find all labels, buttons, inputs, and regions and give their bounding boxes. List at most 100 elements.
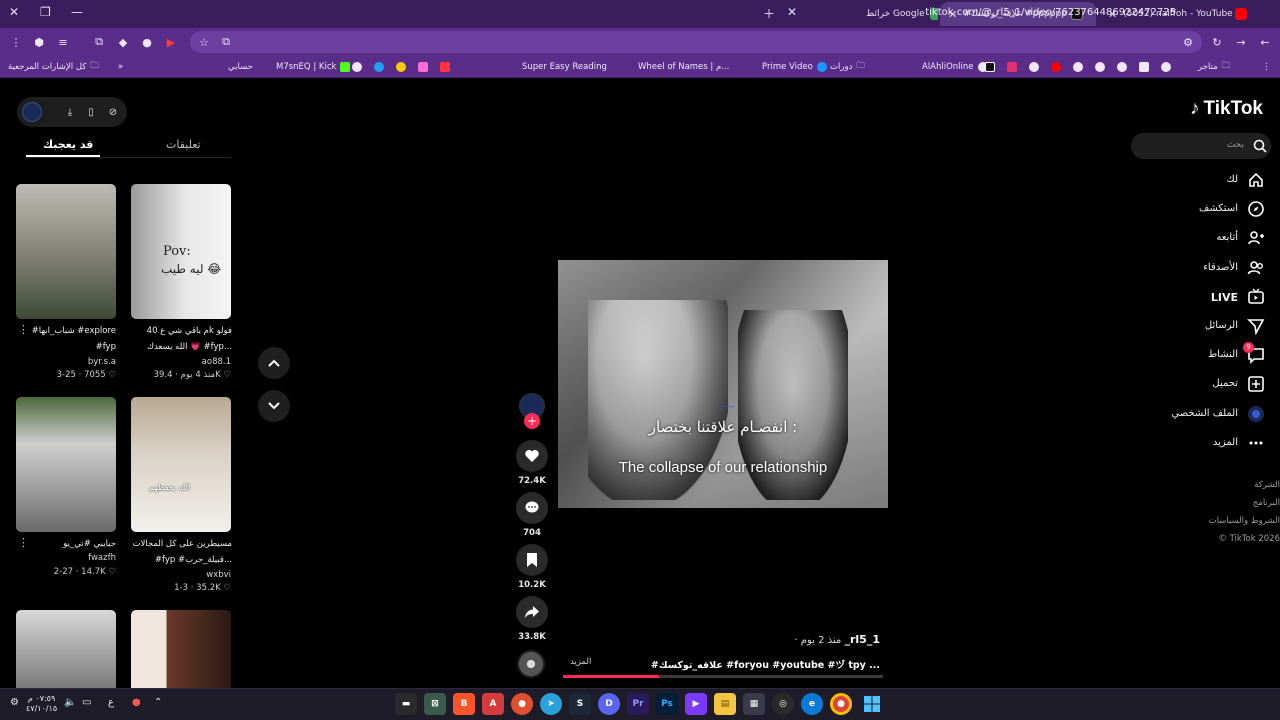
bookmarks-folder-all[interactable]: كل الإشارات المرجعية 🗀 (8, 60, 99, 74)
video-thumbnail[interactable] (131, 610, 231, 688)
keyboard-language[interactable]: ع (108, 697, 114, 708)
music-disc-icon[interactable] (517, 650, 545, 678)
follow-plus-icon[interactable]: + (524, 413, 540, 429)
app-icon[interactable]: ▶ (685, 693, 707, 715)
tiktok-logo[interactable]: ♪ TikTok (1190, 98, 1263, 120)
minimize-window-icon[interactable]: — (71, 5, 83, 19)
footer-link[interactable]: الشركة (1254, 480, 1280, 490)
previous-video-button[interactable] (258, 347, 290, 379)
network-icon[interactable]: ▭ (82, 697, 91, 708)
author-username[interactable]: _rl5_1 (844, 633, 880, 646)
tray-overflow-icon[interactable]: ⌃ (154, 697, 162, 708)
windows-start-icon[interactable] (861, 693, 883, 715)
video-title[interactable]: م باقي شي ع 40k فولو (116, 324, 232, 339)
app-icon[interactable]: ▬ (395, 693, 417, 715)
user-avatar[interactable] (22, 102, 42, 122)
next-video-button[interactable] (258, 390, 290, 422)
tab-comments[interactable]: تعليقات (166, 138, 201, 151)
brave-icon[interactable]: B (453, 693, 475, 715)
video-title[interactable]: #fyp (0, 340, 116, 355)
video-author[interactable]: wxbvi (131, 570, 231, 580)
video-author[interactable]: · منذ 2 يوم _rl5_1 (794, 633, 880, 646)
bookmark-kick[interactable]: M7snEQ | Kick (276, 60, 351, 74)
bookmark-wheel-of-names[interactable]: Wheel of Names | م... (638, 60, 729, 74)
bookmark-icon-row[interactable] (985, 60, 1171, 74)
video-author[interactable]: byr.s.a (16, 357, 116, 367)
taskbar-clock[interactable]: ٠٧:٥٩ م ٤٧/١٠/١٥ (26, 694, 57, 714)
install-app-icon[interactable]: ⧉ (218, 34, 234, 50)
app-icon[interactable]: ◎ (772, 693, 794, 715)
chrome-icon[interactable]: ● (830, 693, 852, 715)
app-icon[interactable]: ● (511, 693, 533, 715)
video-thumbnail[interactable]: الله يحفظهم (131, 397, 231, 532)
extension-icon[interactable]: ● (139, 34, 155, 50)
file-explorer-icon[interactable]: ▤ (714, 693, 736, 715)
bookmark-super-easy-reading[interactable]: Super Easy Reading (522, 60, 607, 74)
bookmark-overflow-icon[interactable]: ⋮ (1262, 60, 1271, 74)
video-thumbnail[interactable] (16, 610, 116, 688)
footer-link[interactable]: الشروط والسياسات (1209, 516, 1280, 526)
menu-icon[interactable]: ⋮ (8, 34, 24, 50)
download-icon[interactable]: ⤓ (63, 105, 77, 119)
share-button[interactable] (516, 596, 548, 628)
footer-link[interactable]: © TikTok 2026 (1218, 534, 1280, 544)
url-text[interactable]: tiktok.com/@_rl5_1/video/762376448692247… (925, 7, 1176, 18)
description-more-button[interactable]: المزيد (570, 657, 591, 667)
bookmarks-overflow-icon[interactable]: » (118, 60, 123, 74)
new-tab-icon[interactable]: ＋ (763, 5, 775, 22)
like-button[interactable] (516, 440, 548, 472)
bookmark-icon-row[interactable] (352, 60, 450, 74)
reload-icon[interactable]: ↻ (1209, 34, 1225, 50)
close-window-icon[interactable]: ✕ (9, 5, 19, 19)
search-icon[interactable] (1253, 139, 1267, 153)
telegram-icon[interactable]: ➤ (540, 693, 562, 715)
back-icon[interactable]: ← (1257, 34, 1273, 50)
video-title[interactable]: #fyp #قبيلة_حرب... (116, 553, 232, 568)
bookmark-alahli[interactable]: AlAhliOnline (922, 60, 988, 74)
bookmark-my-account[interactable]: حسابي (228, 60, 253, 74)
more-options-icon[interactable]: ⋮ (18, 536, 29, 549)
footer-link[interactable]: البرنامج (1253, 498, 1280, 508)
bookmark-courses[interactable]: دورات 🗀 (830, 60, 865, 74)
discord-icon[interactable]: D (598, 693, 620, 715)
extensions-icon[interactable]: ⧉ (91, 34, 107, 50)
volume-icon[interactable]: 🔈 (64, 697, 76, 708)
search-input[interactable] (1131, 133, 1271, 159)
save-button[interactable] (516, 544, 548, 576)
phone-icon[interactable]: ▯ (84, 105, 98, 119)
video-title[interactable]: مسيطرين على كل المجالات (116, 537, 232, 552)
address-bar[interactable] (190, 31, 1202, 53)
app-icon[interactable]: A (482, 693, 504, 715)
video-thumbnail[interactable] (16, 397, 116, 532)
more-options-icon[interactable]: ⋮ (18, 323, 29, 336)
video-thumbnail[interactable]: Pov: ليه طيب 😂 (131, 184, 231, 319)
store-icon[interactable]: ▦ (743, 693, 765, 715)
steam-icon[interactable]: S (569, 693, 591, 715)
tab-you-may-like[interactable]: قد يعجبك (43, 138, 93, 151)
youtube-extension-icon[interactable]: ▶ (163, 34, 179, 50)
video-player[interactable]: انفصـام علاقتنا بختصار : The collapse of… (558, 260, 888, 508)
forward-icon[interactable]: → (1233, 34, 1249, 50)
notification-icon[interactable]: ⚙ (10, 697, 19, 708)
video-thumbnail[interactable] (16, 184, 116, 319)
bookmark-star-icon[interactable]: ☆ (196, 34, 212, 50)
comment-button[interactable] (516, 492, 548, 524)
video-author[interactable]: fwazfh (16, 553, 116, 563)
restore-window-icon[interactable]: ❐ (40, 5, 51, 19)
compass-icon[interactable]: ⊘ (106, 105, 120, 119)
video-progress-bar[interactable] (563, 675, 883, 678)
app-icon[interactable]: ⊠ (424, 693, 446, 715)
video-author[interactable]: ao88.1 (131, 357, 231, 367)
microphone-icon[interactable]: ● (132, 697, 141, 708)
bookmark-stores[interactable]: متاجر 🗀 (1198, 60, 1230, 74)
edge-icon[interactable]: e (801, 693, 823, 715)
site-settings-icon[interactable]: ⚙ (1180, 34, 1196, 50)
extension-icon[interactable]: ⬢ (31, 34, 47, 50)
photoshop-icon[interactable]: Ps (656, 693, 678, 715)
playlist-icon[interactable]: ≡ (55, 34, 71, 50)
tab-close-icon[interactable]: ✕ (787, 5, 797, 19)
video-title[interactable]: الله يسعدك 💗 #fyp... (116, 340, 232, 355)
extension-icon[interactable]: ◆ (115, 34, 131, 50)
premiere-icon[interactable]: Pr (627, 693, 649, 715)
bookmark-prime-video[interactable]: Prime Video (762, 60, 827, 74)
